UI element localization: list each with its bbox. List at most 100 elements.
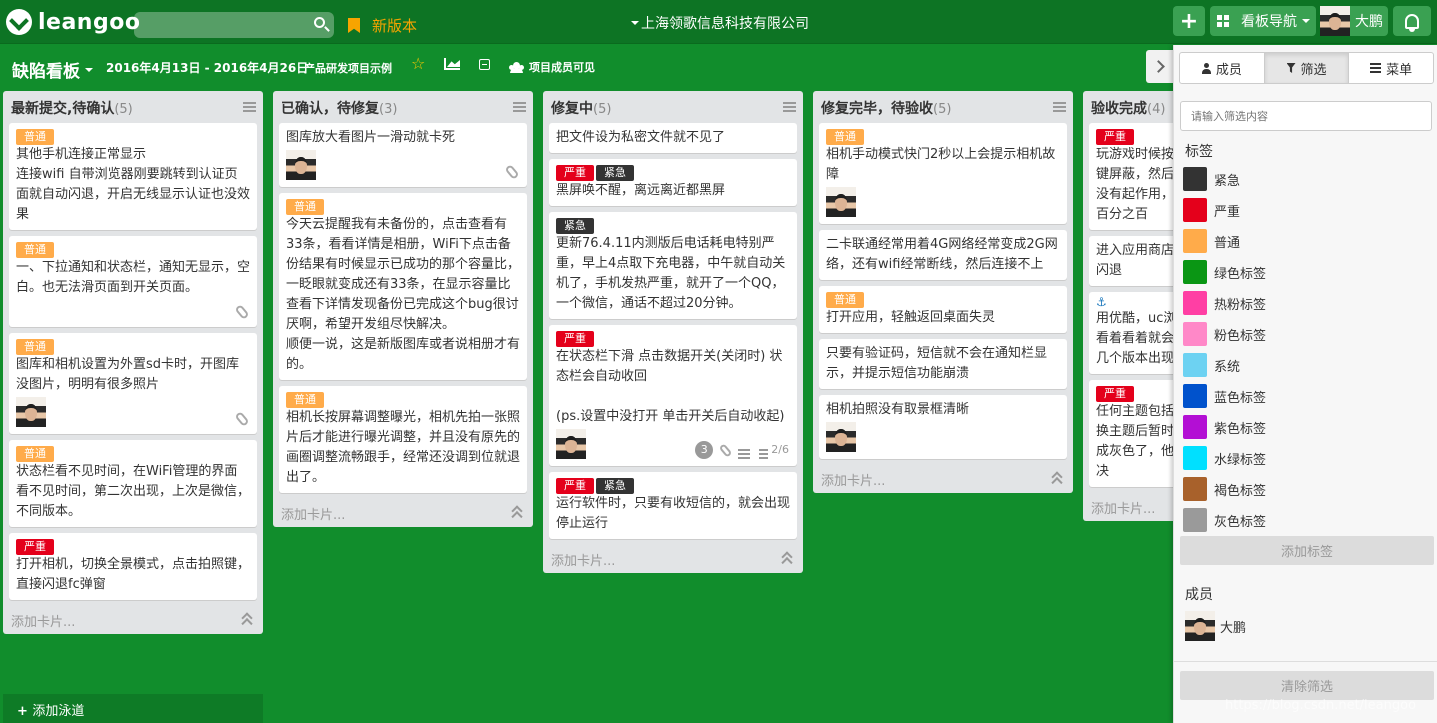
card-text: 更新76.4.11内测版后电话耗电特别严重，早上4点取下充电器，中午就自动关机了… <box>556 236 786 311</box>
create-button[interactable]: + <box>1173 6 1205 36</box>
add-card-button[interactable]: 添加卡片... <box>3 606 263 634</box>
tag-filter-item[interactable]: 蓝色标签 <box>1183 383 1266 409</box>
card-label: 普通 <box>286 392 324 408</box>
bookmark-icon <box>348 18 360 33</box>
card[interactable]: 普通 状态栏看不见时间，在WiFi管理的界面看不见时间，第二次出现，上次是微信，不… <box>9 440 257 527</box>
card[interactable]: 普通 相机长按屏幕调整曝光，相机先拍一张照片后才能进行曝光调整，并且没有原先的画圈… <box>279 386 527 493</box>
panel-toggle-button[interactable] <box>1146 50 1173 83</box>
add-card-button[interactable]: 添加卡片... <box>813 465 1073 493</box>
add-card-button[interactable]: 添加卡片... <box>273 499 533 527</box>
star-icon[interactable]: ☆ <box>411 54 425 73</box>
card[interactable]: 普通 今天云提醒我有未备份的，点击查看有33条，看看详情是相册，WiFi下点击备份… <box>279 193 527 380</box>
collapse-up-icon[interactable] <box>1051 471 1063 483</box>
lane-menu-icon[interactable] <box>1053 102 1066 104</box>
card[interactable]: 相机拍照没有取景框清晰 <box>819 395 1067 459</box>
logo[interactable]: leangoo <box>6 9 140 35</box>
visibility-label: 项目成员可见 <box>529 61 595 74</box>
card-label: 普通 <box>16 242 54 258</box>
tag-name: 紧急 <box>1214 173 1241 189</box>
card[interactable]: 紧急更新76.4.11内测版后电话耗电特别严重，早上4点取下充电器，中午就自动关… <box>549 212 797 319</box>
tab-menu-label: 菜单 <box>1386 62 1413 78</box>
new-version-label: 新版本 <box>372 17 418 35</box>
add-tag-button[interactable]: 添加标签 <box>1180 536 1434 565</box>
collapse-icon[interactable] <box>479 59 490 70</box>
tag-filter-item[interactable]: 普通 <box>1183 228 1240 254</box>
card-text: 在状态栏下滑 点击数据开关(关闭时) 状态栏会自动收回 (ps.设置中没打开 单… <box>556 349 785 424</box>
collapse-up-icon[interactable] <box>241 612 253 624</box>
card-badges: 3 2/6 <box>695 440 789 460</box>
new-version-link[interactable]: 新版本 <box>348 15 417 36</box>
lane-header[interactable]: 已确认，待修复(3) <box>273 91 533 123</box>
card-text: 其他手机连接正常显示 连接wifi 自带浏览器刚要跳转到认证页面就自动闪退，开启… <box>16 147 251 222</box>
tag-swatch <box>1183 198 1207 222</box>
tag-name: 粉色标签 <box>1214 328 1267 344</box>
tag-filter-item[interactable]: 绿色标签 <box>1183 259 1266 285</box>
card-label: 普通 <box>16 339 54 355</box>
card[interactable]: 把文件设为私密文件就不见了 <box>549 123 797 153</box>
card[interactable]: 只要有验证码，短信就不会在通知栏显示，并提示短信功能崩溃 <box>819 339 1067 389</box>
lane-menu-icon[interactable] <box>513 102 526 104</box>
tag-filter-item[interactable]: 褐色标签 <box>1183 476 1266 502</box>
tag-filter-item[interactable]: 紧急 <box>1183 166 1240 192</box>
add-card-button[interactable]: 添加卡片... <box>543 545 803 573</box>
add-lane-button[interactable]: + 添加泳道 <box>3 694 263 723</box>
filter-input[interactable] <box>1180 101 1432 131</box>
menu-icon <box>1370 67 1382 69</box>
board-nav-button[interactable]: 看板导航 <box>1210 6 1316 36</box>
card-label: 普通 <box>16 129 54 145</box>
clear-filter-button[interactable]: 清除筛选 <box>1180 671 1434 700</box>
card[interactable]: 普通 一、下拉通知和状态栏，通知无显示，空白。也无法滑页面到开关页面。 <box>9 236 257 327</box>
tag-filter-item[interactable]: 紫色标签 <box>1183 414 1266 440</box>
chart-icon[interactable] <box>444 58 460 70</box>
tag-filter-item[interactable]: 粉色标签 <box>1183 321 1266 347</box>
card-text: 相机手动模式快门2秒以上会提示相机故障 <box>826 147 1056 182</box>
member-item[interactable]: 大鹏 <box>1185 611 1246 641</box>
tag-filter-item[interactable]: 水绿标签 <box>1183 445 1266 471</box>
card[interactable]: 严重 紧急 黑屏唤不醒，离远离近都黑屏 <box>549 159 797 206</box>
tag-filter-item[interactable]: 灰色标签 <box>1183 507 1266 533</box>
users-icon <box>509 62 524 73</box>
card[interactable]: 严重 紧急 运行软件时，只要有收短信的，就会出现停止运行 <box>549 472 797 539</box>
card[interactable]: 严重 在状态栏下滑 点击数据开关(关闭时) 状态栏会自动收回 (ps.设置中没打开… <box>549 325 797 466</box>
card[interactable]: 图库放大看图片一滑动就卡死 <box>279 123 527 187</box>
lane-title: 修复中 <box>551 101 593 117</box>
collapse-up-icon[interactable] <box>781 551 793 563</box>
visibility-button[interactable]: 项目成员可见 <box>509 59 595 75</box>
board-title[interactable]: 缺陷看板 <box>12 57 93 82</box>
card[interactable]: 普通 相机手动模式快门2秒以上会提示相机故障 <box>819 123 1067 224</box>
tag-filter-item[interactable]: 热粉标签 <box>1183 290 1266 316</box>
user-icon <box>1201 62 1211 74</box>
global-search-input[interactable] <box>134 12 334 38</box>
tab-members[interactable]: 成员 <box>1180 53 1265 83</box>
collapse-up-icon[interactable] <box>511 505 523 517</box>
lane-header[interactable]: 最新提交,待确认(5) <box>3 91 263 123</box>
lane-menu-icon[interactable] <box>243 102 256 104</box>
search-icon[interactable] <box>314 17 325 28</box>
user-menu-button[interactable]: 大鹏 <box>1320 6 1388 36</box>
board-project[interactable]: 产品研发项目示例 <box>304 60 392 76</box>
tag-swatch <box>1183 229 1207 253</box>
card-label: 普通 <box>826 292 864 308</box>
tab-filter[interactable]: 筛选 <box>1264 53 1350 83</box>
lane-menu-icon[interactable] <box>783 102 796 104</box>
card[interactable]: 普通其他手机连接正常显示 连接wifi 自带浏览器刚要跳转到认证页面就自动闪退，… <box>9 123 257 230</box>
tag-filter-item[interactable]: 系统 <box>1183 352 1240 378</box>
card-text: 图库放大看图片一滑动就卡死 <box>286 130 456 145</box>
tab-menu[interactable]: 菜单 <box>1349 53 1433 83</box>
tag-name: 系统 <box>1214 359 1241 375</box>
panel-tabs: 成员 筛选 菜单 <box>1179 52 1434 84</box>
logo-icon <box>6 9 32 35</box>
tag-filter-item[interactable]: 严重 <box>1183 197 1240 223</box>
card[interactable]: 严重 打开相机，切换全景模式，点击拍照键，直接闪退fc弹窗 <box>9 533 257 600</box>
company-selector[interactable]: 上海领歌信息科技有限公司 <box>631 13 809 33</box>
board-date-range[interactable]: 2016年4月13日 - 2016年4月26日 <box>106 59 308 76</box>
lane-header[interactable]: 修复中(5) <box>543 91 803 123</box>
card[interactable]: 普通 图库和相机设置为外置sd卡时，开图库没图片，明明有很多照片 <box>9 333 257 434</box>
lane-header[interactable]: 修复完毕，待验收(5) <box>813 91 1073 123</box>
card-label: 严重 <box>16 539 54 555</box>
notifications-button[interactable] <box>1393 6 1431 36</box>
filter-panel: 成员 筛选 菜单 标签 紧急严重普通绿色标签热粉标签粉色标签系统蓝色标签紫色标签… <box>1173 45 1437 723</box>
card[interactable]: 二卡联通经常用着4G网络经常变成2G网络，还有wifi经常断线，然后连接不上 <box>819 230 1067 280</box>
card[interactable]: 普通 打开应用，轻触返回桌面失灵 <box>819 286 1067 333</box>
card-label: 紧急 <box>556 218 594 234</box>
